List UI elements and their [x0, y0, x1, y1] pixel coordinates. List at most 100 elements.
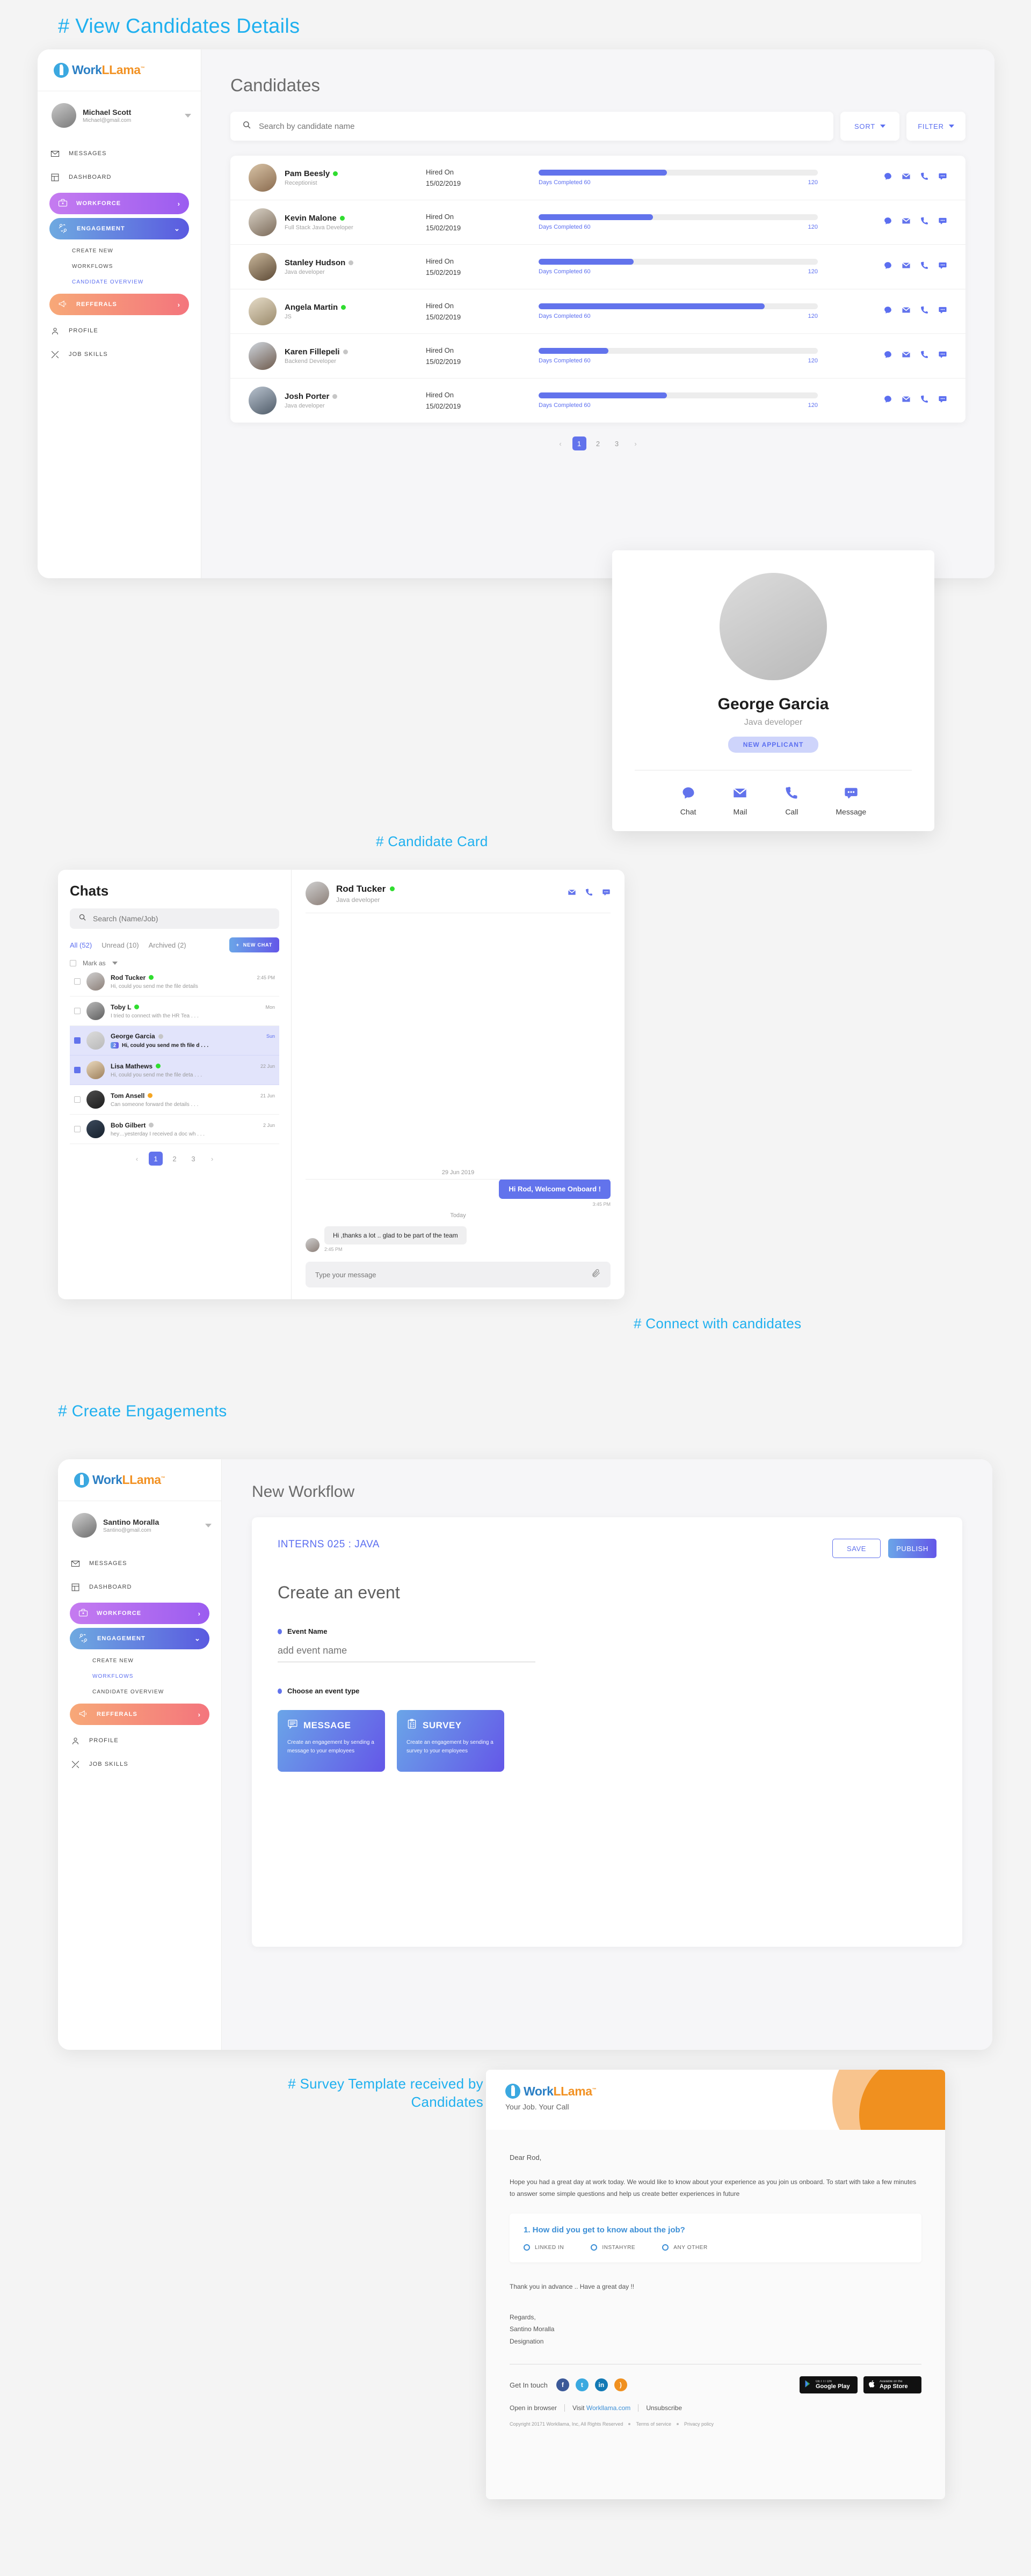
filter-button[interactable]: FILTER	[906, 112, 965, 141]
phone-icon[interactable]	[920, 216, 929, 228]
mail-icon[interactable]	[902, 305, 911, 317]
tab-unread[interactable]: Unread (10)	[101, 941, 139, 949]
twitter-icon[interactable]: t	[575, 2378, 589, 2391]
list-item[interactable]: Lisa Mathews 22 Jun Hi, could you send me …	[70, 1056, 279, 1085]
row-checkbox[interactable]	[74, 1008, 81, 1014]
sidebar-subitem-create-new[interactable]: CREATE NEW	[70, 1653, 209, 1669]
list-item[interactable]: Toby L Mon I tried to connect with the HR …	[70, 996, 279, 1026]
list-item[interactable]: Rod Tucker 2:45 PM Hi, could you send me t…	[70, 967, 279, 996]
mail-icon[interactable]	[902, 395, 911, 406]
sidebar-item-workforce[interactable]: WORKFORCE ›	[49, 193, 189, 214]
publish-button[interactable]: PUBLISH	[888, 1539, 936, 1558]
facebook-icon[interactable]: f	[556, 2378, 569, 2391]
row-checkbox[interactable]	[74, 1126, 81, 1132]
sidebar-item-dashboard[interactable]: DASHBOARD	[70, 1575, 209, 1599]
phone-icon[interactable]	[920, 261, 929, 273]
table-row[interactable]: Pam Beesly Receptionist Hired On 15/02/2019…	[230, 156, 965, 200]
message-icon[interactable]	[602, 888, 611, 899]
pagination-page-2[interactable]: 2	[168, 1152, 181, 1166]
chevron-down-icon[interactable]	[205, 1523, 212, 1527]
survey-option-linkedin[interactable]: LINKED IN	[524, 2244, 564, 2251]
message-input[interactable]	[315, 1270, 591, 1279]
call-action-button[interactable]: Call	[784, 785, 799, 816]
brand-logo[interactable]: WorkLLama™	[58, 1459, 221, 1501]
list-item[interactable]: Bob Gilbert 2 Jun hey…yesterday I received…	[70, 1115, 279, 1144]
phone-icon[interactable]	[585, 888, 593, 899]
event-type-message-card[interactable]: MESSAGE Create an engagement by sending …	[278, 1710, 385, 1772]
table-row[interactable]: Stanley Hudson Java developer Hired On 15/0…	[230, 245, 965, 289]
sidebar-subitem-workflows[interactable]: WORKFLOWS	[70, 1669, 209, 1684]
chat-icon[interactable]	[883, 261, 892, 273]
linkedin-icon[interactable]: in	[594, 2378, 608, 2391]
mail-icon[interactable]	[902, 261, 911, 273]
mail-icon[interactable]	[902, 172, 911, 184]
chat-action-button[interactable]: Chat	[680, 785, 696, 816]
mail-action-button[interactable]: Mail	[732, 785, 747, 816]
mail-icon[interactable]	[902, 216, 911, 228]
privacy-link[interactable]: Privacy policy	[684, 2421, 714, 2427]
chat-icon[interactable]	[883, 350, 892, 362]
search-box[interactable]	[230, 112, 833, 141]
phone-icon[interactable]	[920, 305, 929, 317]
pagination-page-3[interactable]: 3	[186, 1152, 200, 1166]
event-type-survey-card[interactable]: SURVEY Create an engagement by sending a…	[397, 1710, 504, 1772]
message-icon[interactable]	[938, 350, 947, 362]
phone-icon[interactable]	[920, 350, 929, 362]
message-icon[interactable]	[938, 261, 947, 273]
message-icon[interactable]	[938, 395, 947, 406]
message-action-button[interactable]: Message	[836, 785, 866, 816]
row-checkbox[interactable]	[74, 1067, 81, 1073]
list-item[interactable]: George Garcia Sun 2 Hi, could you send me t…	[70, 1026, 279, 1056]
row-checkbox[interactable]	[74, 1096, 81, 1103]
pagination-page-1[interactable]: 1	[149, 1152, 163, 1166]
mark-as-row[interactable]: Mark as	[70, 959, 279, 967]
sidebar-subitem-candidate-overview[interactable]: CANDIDATE OVERVIEW	[49, 274, 189, 290]
row-checkbox[interactable]	[74, 978, 81, 985]
sidebar-item-engagement[interactable]: ENGAGEMENT ⌄	[49, 218, 189, 239]
app-store-badge[interactable]: Available on the App Store	[863, 2376, 921, 2393]
phone-icon[interactable]	[920, 172, 929, 184]
sidebar-subitem-candidate-overview[interactable]: CANDIDATE OVERVIEW	[70, 1684, 209, 1700]
pagination-page-3[interactable]: 3	[610, 436, 624, 450]
sidebar-user-profile[interactable]: Michael Scott Michael@gmail.com	[38, 91, 201, 140]
search-input[interactable]	[259, 121, 822, 131]
sidebar-item-profile[interactable]: PROFILE	[70, 1729, 209, 1752]
chat-icon[interactable]	[883, 305, 892, 317]
google-play-badge[interactable]: GET IT ON Google Play	[800, 2376, 858, 2393]
radio-icon[interactable]	[524, 2244, 530, 2251]
tab-archived[interactable]: Archived (2)	[149, 941, 186, 949]
table-row[interactable]: Kevin Malone Full Stack Java Developer Hir…	[230, 200, 965, 245]
survey-option-any-other[interactable]: ANY OTHER	[662, 2244, 708, 2251]
save-button[interactable]: SAVE	[832, 1539, 881, 1558]
rss-icon[interactable]: )	[614, 2378, 627, 2391]
row-checkbox[interactable]	[74, 1037, 81, 1044]
attachment-icon[interactable]	[591, 1269, 601, 1281]
sidebar-item-job-skills[interactable]: JOB SKILLS	[70, 1752, 209, 1776]
message-icon[interactable]	[938, 172, 947, 184]
sidebar-item-engagement[interactable]: ENGAGEMENT ⌄	[70, 1628, 209, 1649]
mail-icon[interactable]	[568, 888, 576, 899]
chat-icon[interactable]	[883, 395, 892, 406]
chat-search-box[interactable]	[70, 908, 279, 929]
chat-icon[interactable]	[883, 172, 892, 184]
tab-all[interactable]: All (52)	[70, 941, 92, 949]
sidebar-user-profile[interactable]: Santino Moralla Santino@gmail.com	[58, 1501, 221, 1549]
phone-icon[interactable]	[920, 395, 929, 406]
pagination-next[interactable]: ›	[205, 1152, 219, 1166]
sidebar-item-workforce[interactable]: WORKFORCE ›	[70, 1603, 209, 1624]
sidebar-item-job-skills[interactable]: JOB SKILLS	[49, 343, 189, 366]
pagination-page-2[interactable]: 2	[591, 436, 605, 450]
sidebar-subitem-create-new[interactable]: CREATE NEW	[49, 243, 189, 259]
event-name-input[interactable]	[278, 1645, 535, 1662]
radio-icon[interactable]	[662, 2244, 669, 2251]
pagination-prev[interactable]: ‹	[554, 436, 568, 450]
open-in-browser-link[interactable]: Open in browser	[510, 2404, 557, 2412]
sidebar-item-profile[interactable]: PROFILE	[49, 319, 189, 343]
table-row[interactable]: Karen Fillepeli Backend Developer Hired On…	[230, 334, 965, 379]
sidebar-subitem-workflows[interactable]: WORKFLOWS	[49, 259, 189, 274]
visit-site-link[interactable]: Workllama.com	[586, 2404, 630, 2412]
message-icon[interactable]	[938, 216, 947, 228]
chat-icon[interactable]	[883, 216, 892, 228]
pagination-next[interactable]: ›	[629, 436, 643, 450]
list-item[interactable]: Tom Ansell 21 Jun Can someone forward the …	[70, 1085, 279, 1115]
